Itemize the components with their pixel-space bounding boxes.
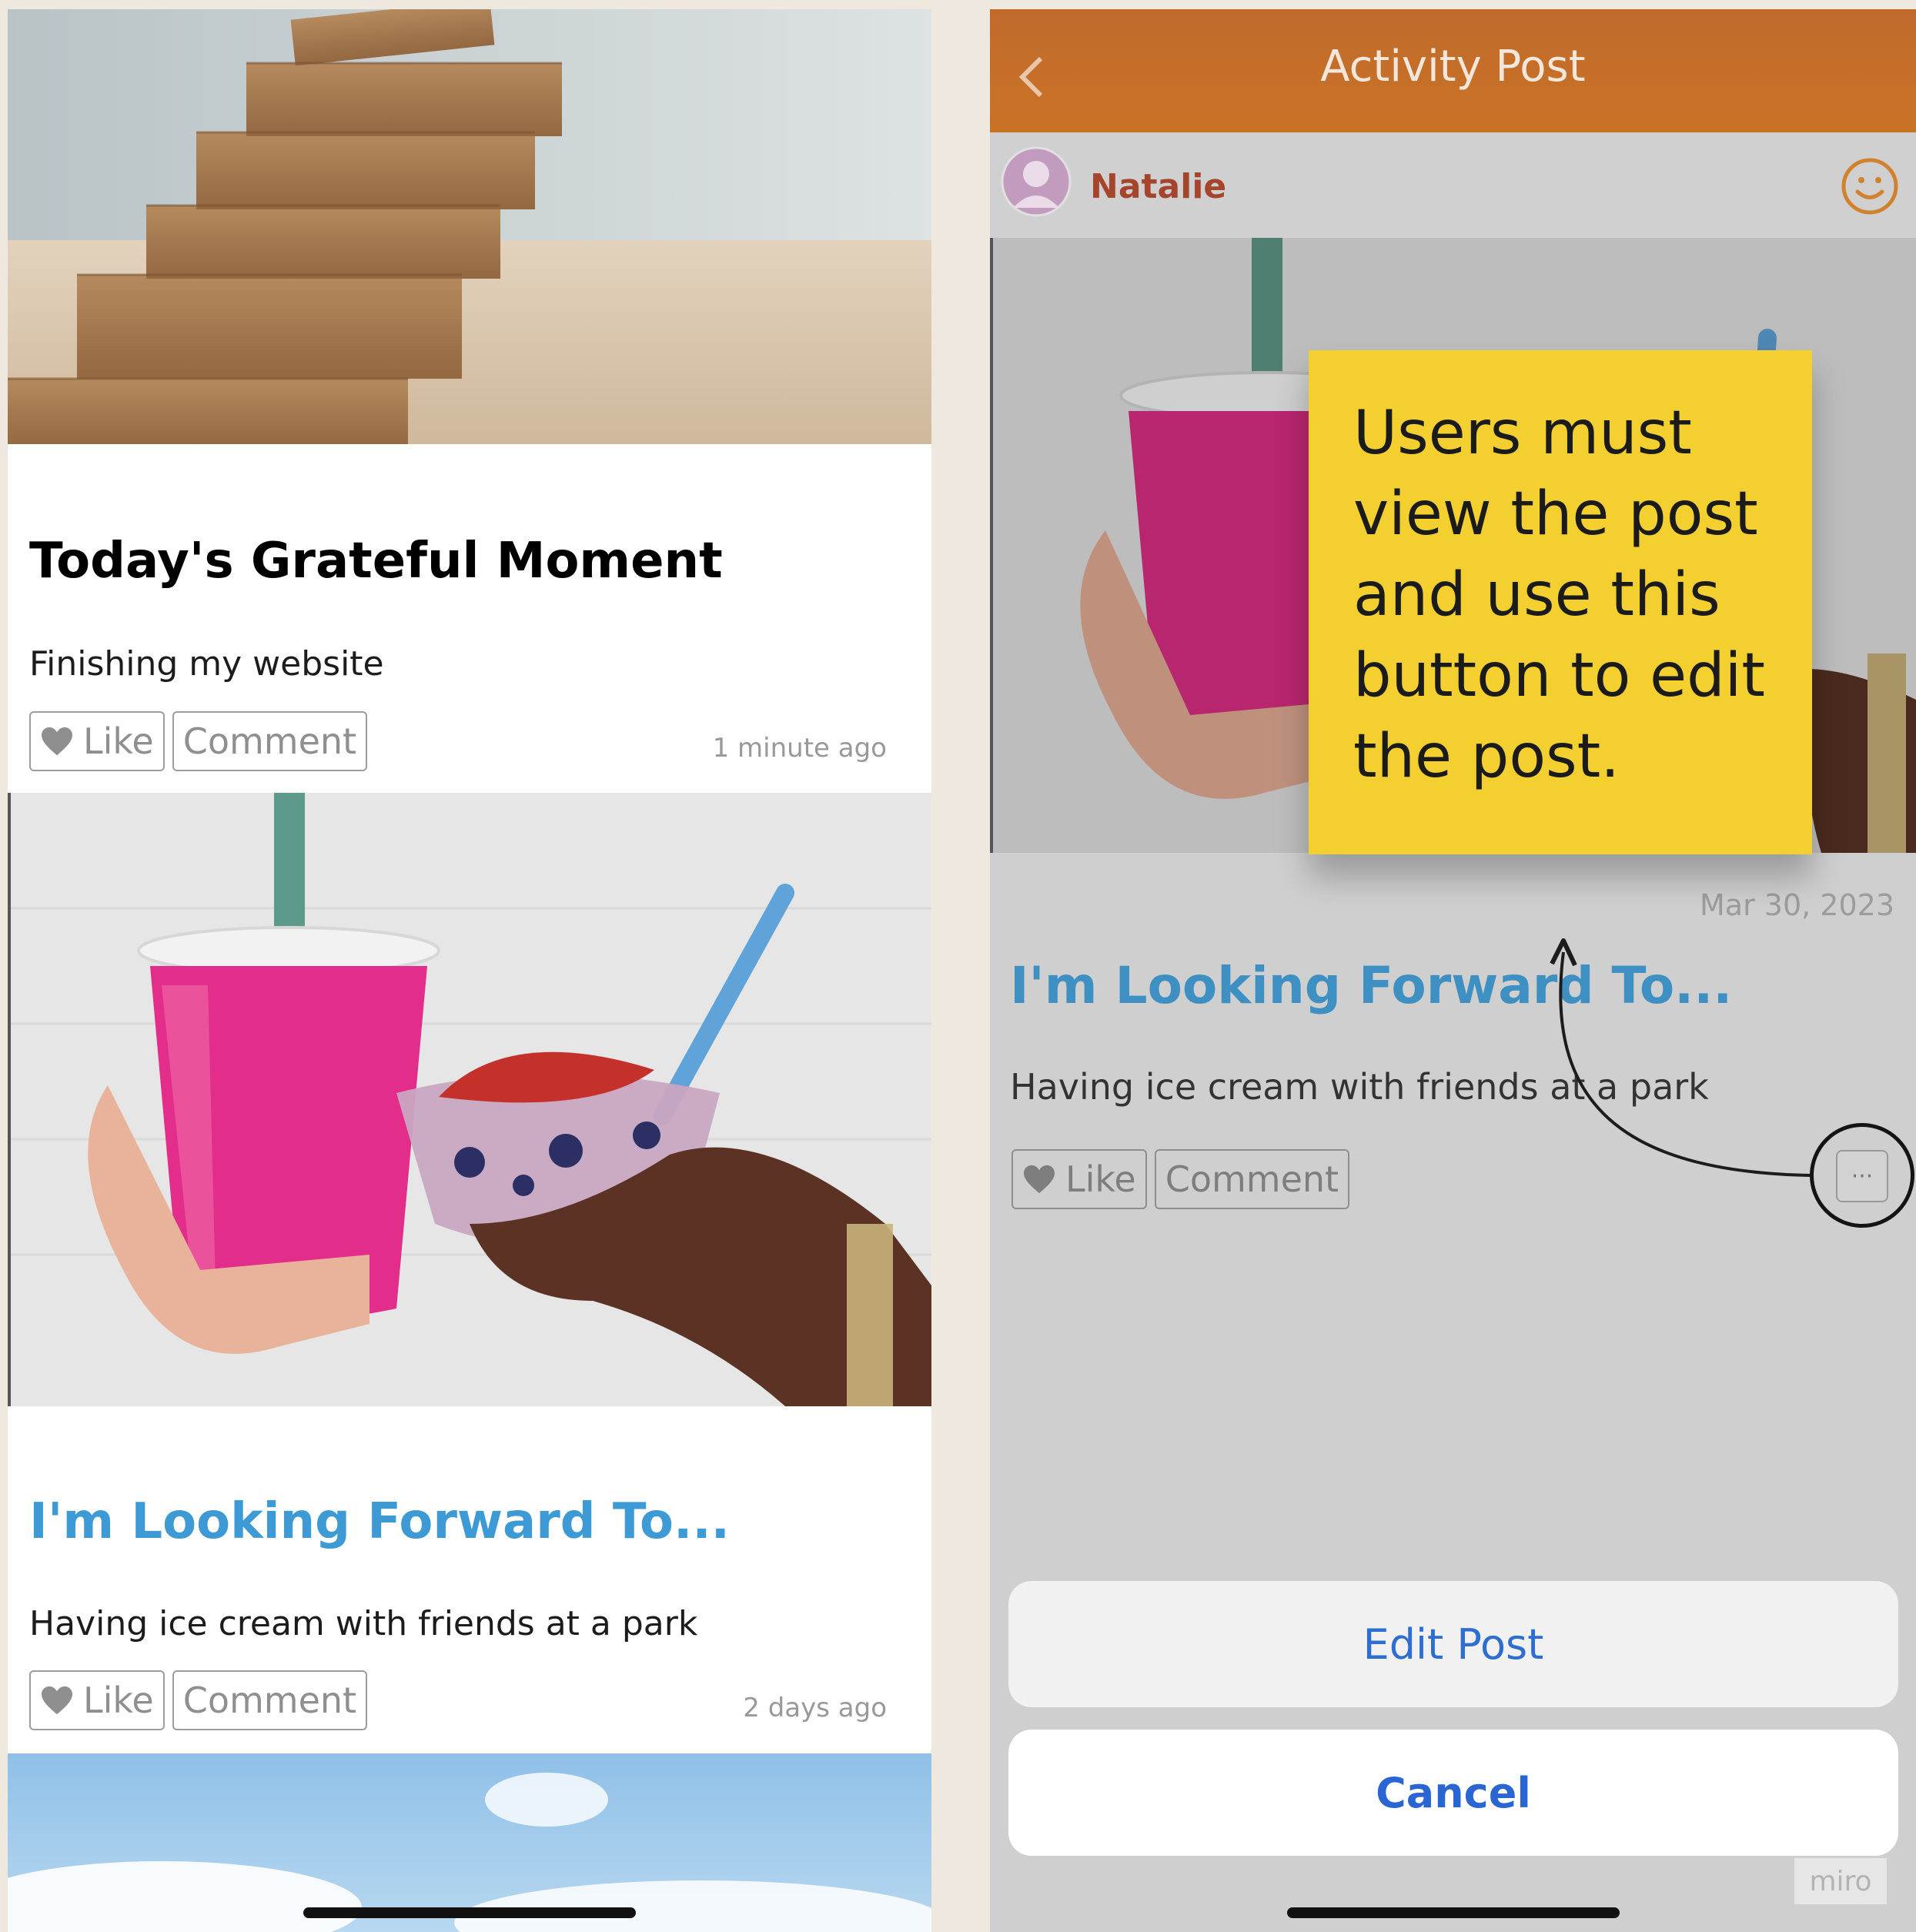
like-label: Like [83,1680,154,1721]
cancel-button[interactable]: Cancel [1008,1730,1898,1856]
heart-icon [42,727,72,756]
comment-label: Comment [182,1680,357,1721]
like-label: Like [83,720,154,762]
miro-watermark: miro [1794,1858,1887,1904]
post-body: Having ice cream with friends at a park [29,1604,698,1643]
like-button[interactable]: Like [29,1670,165,1730]
comment-button[interactable]: Comment [172,1670,368,1730]
comment-button[interactable]: Comment [172,711,368,771]
comment-label: Comment [182,720,357,762]
post-title[interactable]: Today's Grateful Moment [29,533,723,590]
like-button[interactable]: Like [29,711,165,771]
post-actions: Like Comment [29,1670,368,1730]
post-image-blocks[interactable] [8,9,931,447]
post-timestamp: 2 days ago [743,1693,887,1723]
post-image-sky[interactable] [8,1753,931,1932]
sticky-note: Users must view the post and use this bu… [1309,350,1812,854]
post-title[interactable]: I'm Looking Forward To... [29,1493,730,1550]
activity-post-screen: Activity Post Natalie Mar 30, 2023 I'm L… [990,9,1916,1932]
sticky-note-text: Users must view the post and use this bu… [1353,399,1765,791]
post-body: Finishing my website [29,644,384,684]
feed-screen: Today's Grateful Moment Finishing my web… [8,9,931,1932]
post-actions: Like Comment [29,711,368,771]
post-timestamp: 1 minute ago [712,733,887,764]
heart-icon [42,1686,72,1715]
post-image-smoothie[interactable] [8,793,931,1406]
edit-post-button[interactable]: Edit Post [1008,1581,1898,1707]
home-indicator [303,1907,636,1918]
home-indicator [1287,1907,1620,1918]
